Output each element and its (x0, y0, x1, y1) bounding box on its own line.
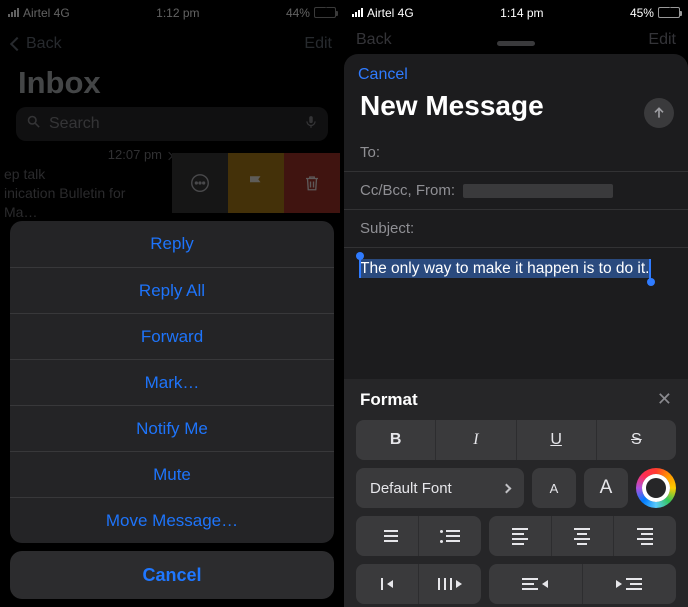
indent-decrease-icon (381, 578, 393, 590)
ccbcc-label: Cc/Bcc, From: (360, 182, 455, 199)
list-segment (356, 516, 481, 556)
font-size-smaller[interactable]: A (532, 468, 576, 508)
subject-label: Subject: (360, 220, 414, 237)
behind-nav: Back Edit (344, 25, 688, 55)
align-right-button[interactable] (613, 516, 676, 556)
direction-segment (489, 564, 676, 604)
rtl-icon (616, 578, 642, 590)
rtl-button[interactable] (582, 564, 676, 604)
sheet-forward[interactable]: Forward (10, 313, 334, 359)
align-segment (489, 516, 676, 556)
action-sheet: Reply Reply All Forward Mark… Notify Me … (10, 221, 334, 599)
clock-label: 1:14 pm (500, 6, 543, 20)
sheet-mute[interactable]: Mute (10, 451, 334, 497)
battery-icon: ⚡︎ (658, 7, 680, 18)
signal-icon (352, 8, 363, 17)
from-value-redacted (463, 184, 613, 198)
font-size-larger[interactable]: A (584, 468, 628, 508)
selected-body-text[interactable]: The only way to make it happen is to do … (360, 259, 650, 278)
font-picker[interactable]: Default Font (356, 468, 524, 508)
format-close-button[interactable]: ✕ (657, 389, 672, 410)
to-label: To: (360, 144, 380, 161)
behind-back-label: Back (356, 31, 392, 49)
bold-button[interactable]: B (356, 420, 435, 460)
sheet-mark[interactable]: Mark… (10, 359, 334, 405)
bullet-list-icon (440, 530, 460, 542)
action-sheet-group: Reply Reply All Forward Mark… Notify Me … (10, 221, 334, 543)
chevron-right-icon (502, 483, 512, 493)
compose-sheet: Cancel New Message To: Cc/Bcc, From: Sub… (344, 54, 688, 607)
compose-cancel[interactable]: Cancel (358, 66, 408, 84)
carrier-label: Airtel 4G (367, 6, 414, 20)
status-bar: Airtel 4G 1:14 pm 45% ⚡︎ (344, 0, 688, 25)
strike-button[interactable]: S (596, 420, 676, 460)
text-color-picker[interactable] (636, 468, 676, 508)
font-label: Default Font (370, 480, 452, 497)
bullet-list-button[interactable] (418, 516, 481, 556)
style-segment: B I U S (356, 420, 676, 460)
sheet-cancel[interactable]: Cancel (10, 551, 334, 599)
ltr-icon (522, 578, 548, 590)
format-title: Format (360, 390, 418, 410)
numbered-list-button[interactable] (356, 516, 418, 556)
indent-decrease-button[interactable] (356, 564, 418, 604)
italic-button[interactable]: I (435, 420, 515, 460)
compose-title: New Message (344, 86, 688, 134)
align-left-icon (512, 528, 528, 545)
align-center-button[interactable] (551, 516, 614, 556)
behind-edit-label: Edit (648, 31, 676, 49)
indent-increase-button[interactable] (418, 564, 481, 604)
align-right-icon (637, 528, 653, 545)
ltr-button[interactable] (489, 564, 582, 604)
arrow-up-icon (651, 105, 667, 121)
numbered-list-icon (376, 530, 398, 542)
phone-left: Airtel 4G 1:12 pm 44% ⚡︎ Back Edit Inbox… (0, 0, 344, 607)
subject-field[interactable]: Subject: (344, 210, 688, 248)
battery-pct: 45% (630, 6, 654, 20)
indent-segment (356, 564, 481, 604)
sheet-reply[interactable]: Reply (10, 221, 334, 267)
format-panel: Format ✕ B I U S Default Font A A (344, 379, 688, 607)
sheet-reply-all[interactable]: Reply All (10, 267, 334, 313)
send-button[interactable] (644, 98, 674, 128)
underline-button[interactable]: U (516, 420, 596, 460)
ccbcc-field[interactable]: Cc/Bcc, From: (344, 172, 688, 210)
sheet-move[interactable]: Move Message… (10, 497, 334, 543)
align-left-button[interactable] (489, 516, 551, 556)
indent-increase-icon (438, 578, 462, 590)
phone-right: Airtel 4G 1:14 pm 45% ⚡︎ Back Edit Cance… (344, 0, 688, 607)
to-field[interactable]: To: (344, 134, 688, 172)
sheet-drag-handle[interactable] (497, 41, 535, 46)
align-center-icon (574, 528, 590, 545)
compose-body[interactable]: The only way to make it happen is to do … (344, 248, 688, 290)
sheet-notify[interactable]: Notify Me (10, 405, 334, 451)
